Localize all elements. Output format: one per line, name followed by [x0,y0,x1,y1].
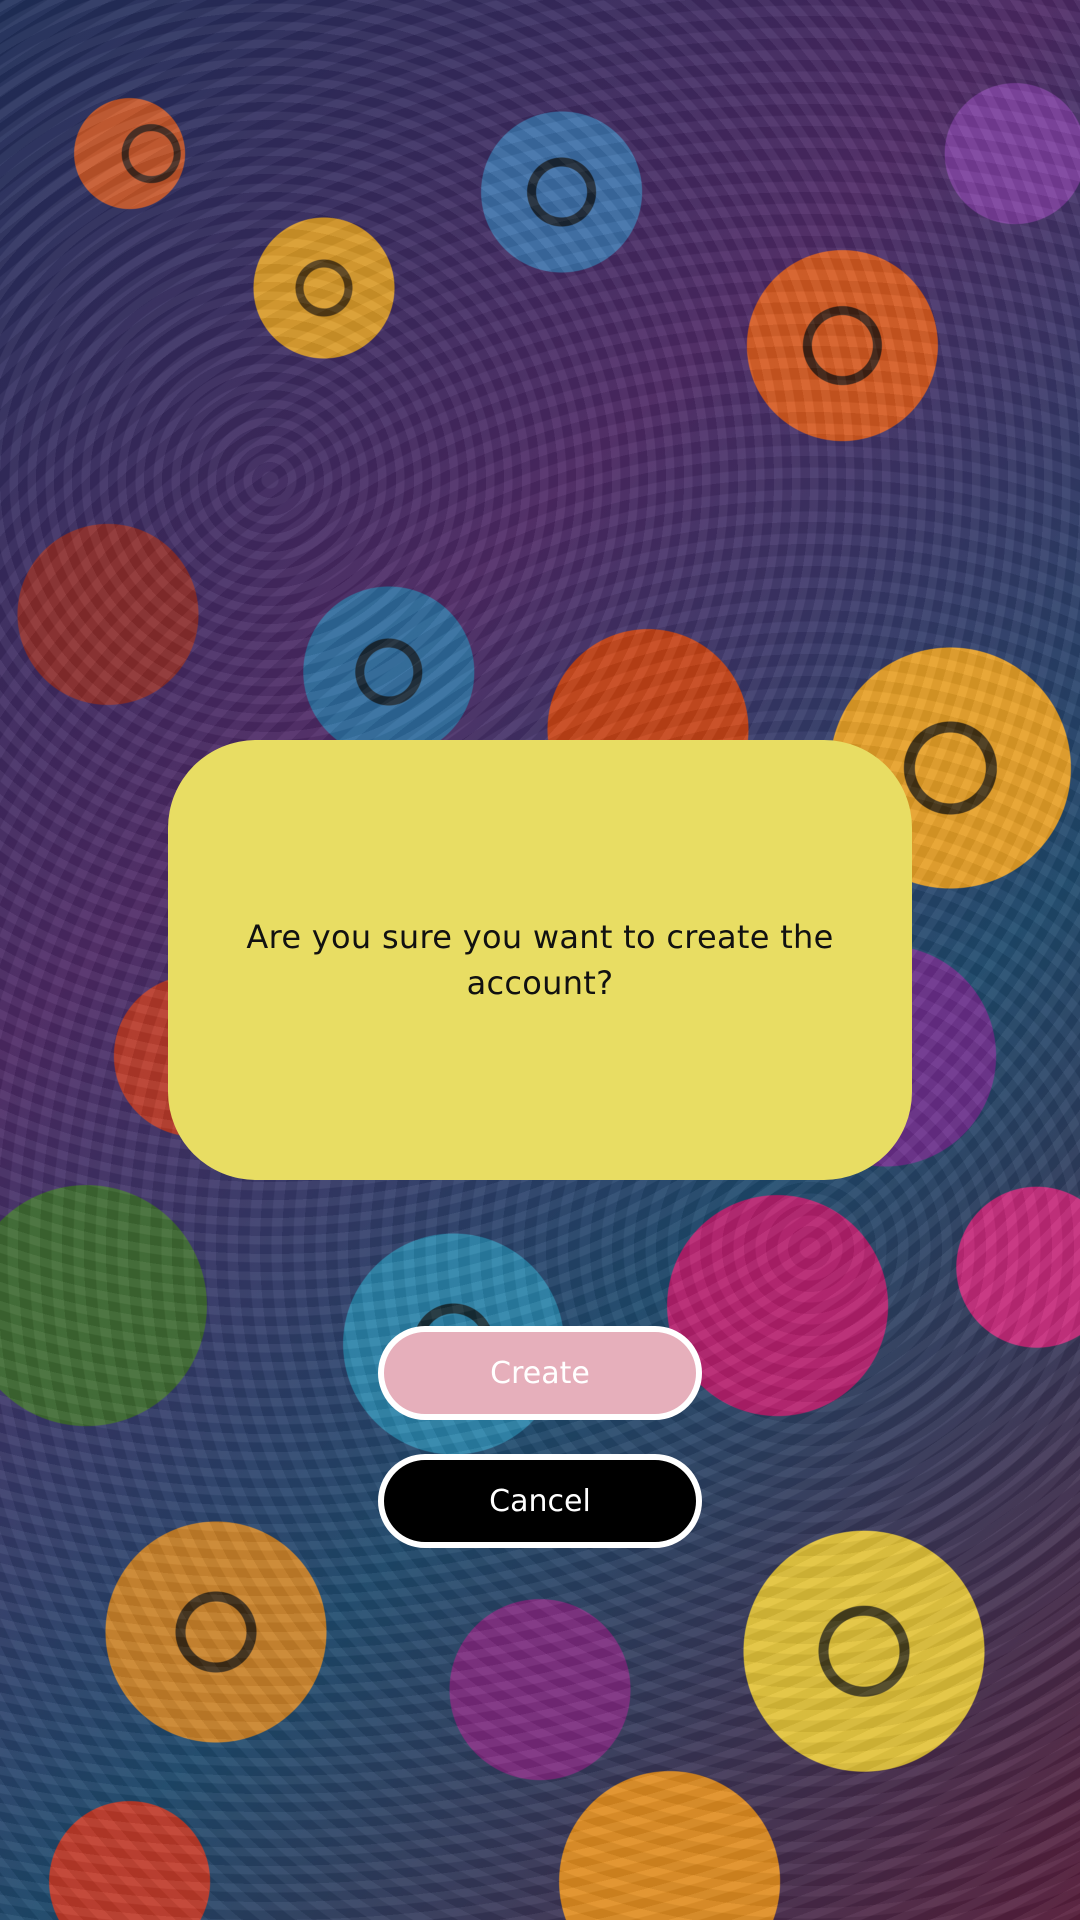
confirmation-dialog: Are you sure you want to create the acco… [168,740,912,1180]
create-button[interactable]: Create [378,1326,702,1420]
cancel-button[interactable]: Cancel [378,1454,702,1548]
dialog-message: Are you sure you want to create the acco… [246,918,834,1002]
